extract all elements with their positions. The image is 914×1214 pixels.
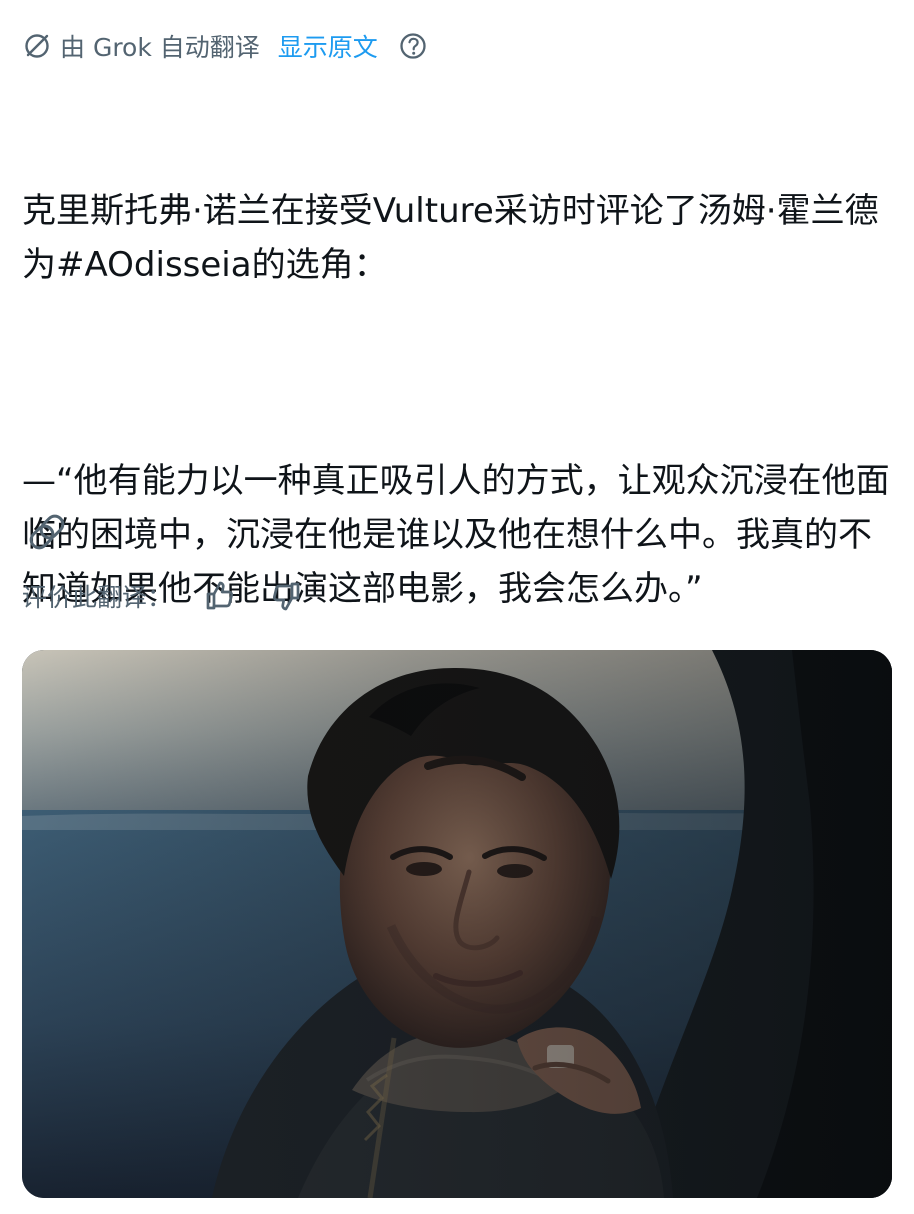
post-paragraph-intro: 克里斯托弗·诺兰在接受Vulture采访时评论了汤姆·霍兰德为#AOdissei… bbox=[22, 191, 879, 285]
link-icon[interactable] bbox=[22, 508, 72, 558]
rating-label: 评价此翻译： bbox=[22, 583, 173, 612]
thumbs-up-button[interactable] bbox=[198, 575, 240, 617]
media-photo-image bbox=[22, 650, 892, 1198]
translation-rating-row: 评价此翻译： bbox=[22, 574, 334, 618]
show-original-link[interactable]: 显示原文 bbox=[278, 28, 378, 64]
post-text: 克里斯托弗·诺兰在接受Vulture采访时评论了汤姆·霍兰德为#AOdissei… bbox=[22, 76, 892, 724]
thumbs-up-icon bbox=[206, 581, 234, 610]
thumbs-down-icon bbox=[273, 582, 300, 611]
thumbs-down-button[interactable] bbox=[266, 575, 308, 617]
translation-provider-text: 由 Grok 自动翻译 bbox=[60, 33, 260, 62]
translation-header: 由 Grok 自动翻译 显示原文 bbox=[22, 28, 428, 64]
grok-icon bbox=[22, 31, 52, 61]
question-circle-icon[interactable] bbox=[398, 31, 428, 61]
media-photo[interactable] bbox=[22, 650, 892, 1198]
